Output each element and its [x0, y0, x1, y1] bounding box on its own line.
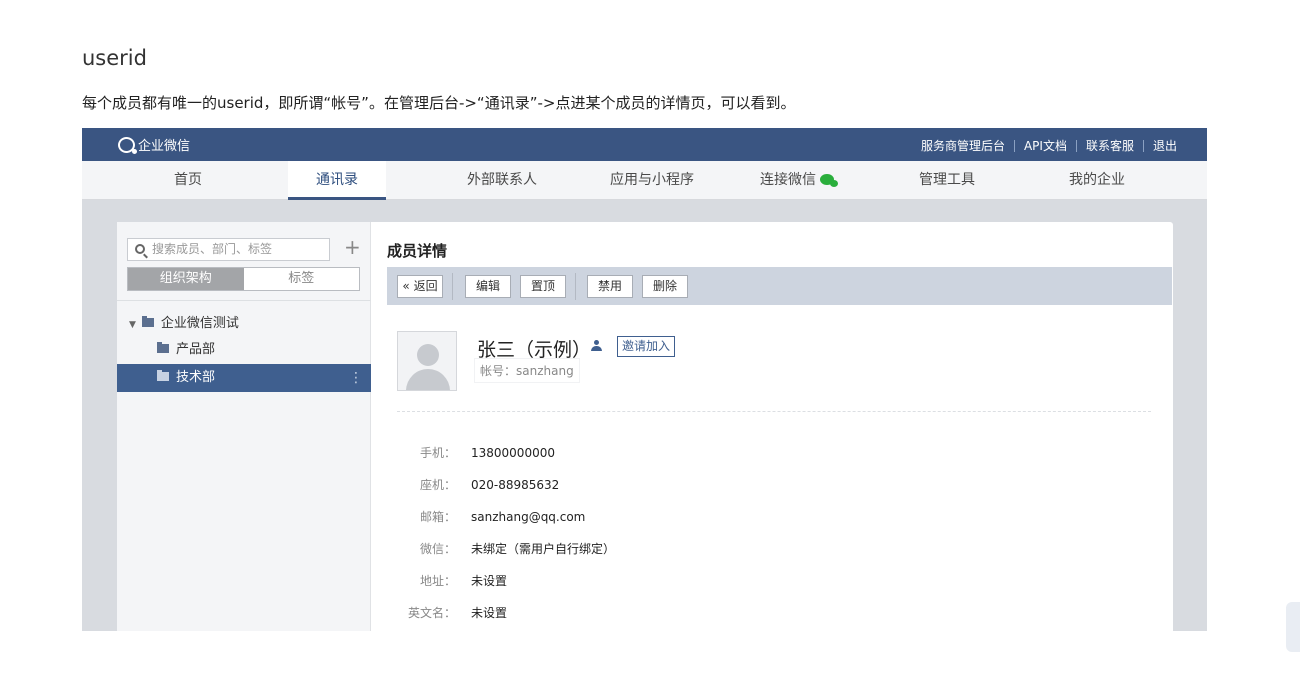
org-sidebar: 搜索成员、部门、标签 + 组织架构 标签 ▼ 企业微信测试 产品部 技术部 ⋮: [117, 222, 371, 631]
doc-description: 每个成员都有唯一的userid，即所谓“帐号”。在管理后台->“通讯录”->点进…: [82, 94, 796, 112]
field-label: 英文名：: [407, 606, 456, 620]
tree-item-tech[interactable]: 技术部 ⋮: [117, 364, 371, 392]
field-label: 座机：: [419, 478, 456, 492]
tab-management-tools[interactable]: 管理工具: [902, 161, 992, 200]
main-nav: 首页 通讯录 外部联系人 应用与小程序 连接微信 管理工具 我的企业: [82, 161, 1207, 200]
field-label: 地址：: [419, 574, 456, 588]
field-value: 未设置: [471, 574, 508, 588]
folder-icon: [157, 342, 169, 353]
page-title: 成员详情: [387, 242, 448, 260]
toolbar-divider: [575, 273, 576, 300]
disable-button[interactable]: 禁用: [587, 275, 633, 298]
sidebar-tabs: 组织架构 标签: [127, 267, 360, 291]
back-button[interactable]: « 返回: [397, 275, 443, 298]
account-id: 帐号：sanzhang: [475, 359, 579, 382]
toolbar-divider: [452, 273, 453, 300]
field-wechat: 微信： 未绑定（需用户自行绑定）: [371, 539, 771, 559]
detail-toolbar: « 返回 编辑 置顶 禁用 删除: [387, 267, 1172, 305]
person-icon: [591, 340, 602, 352]
caret-down-icon[interactable]: ▼: [129, 311, 136, 339]
pin-button[interactable]: 置顶: [520, 275, 566, 298]
tab-org-structure[interactable]: 组织架构: [128, 268, 244, 290]
avatar-head: [417, 344, 439, 366]
field-address: 地址： 未设置: [371, 571, 771, 591]
link-divider: [1013, 139, 1015, 152]
link-divider: [1075, 139, 1077, 152]
tab-tags[interactable]: 标签: [243, 268, 359, 290]
field-value: 020-88985632: [471, 478, 560, 492]
field-landline: 座机： 020-88985632: [371, 475, 771, 495]
more-options-icon[interactable]: ⋮: [349, 364, 363, 392]
search-placeholder: 搜索成员、部门、标签: [152, 242, 273, 256]
avatar: [397, 331, 457, 391]
field-label: 微信：: [419, 542, 456, 556]
field-email: 邮箱： sanzhang@qq.com: [371, 507, 771, 527]
tab-apps[interactable]: 应用与小程序: [597, 161, 707, 200]
tree-item-label: 企业微信测试: [160, 316, 239, 331]
tree-item-product[interactable]: 产品部: [117, 336, 371, 364]
search-input[interactable]: 搜索成员、部门、标签: [127, 238, 330, 261]
tab-external-contacts[interactable]: 外部联系人: [452, 161, 552, 200]
link-api-docs[interactable]: API文档: [1024, 137, 1067, 154]
field-label: 邮箱：: [419, 510, 456, 524]
top-links: 服务商管理后台 API文档 联系客服 退出: [921, 137, 1177, 154]
app-logo[interactable]: 企业微信: [118, 135, 190, 154]
link-logout[interactable]: 退出: [1153, 137, 1177, 154]
wechat-icon: [820, 174, 838, 187]
link-provider-admin[interactable]: 服务商管理后台: [921, 137, 1005, 154]
section-divider: [397, 411, 1151, 412]
content-panel: 搜索成员、部门、标签 + 组织架构 标签 ▼ 企业微信测试 产品部 技术部 ⋮ 成…: [117, 222, 1173, 631]
doc-title: userid: [82, 46, 147, 70]
link-contact-support[interactable]: 联系客服: [1086, 137, 1134, 154]
avatar-body: [406, 369, 450, 390]
field-value: sanzhang@qq.com: [471, 510, 586, 524]
member-name: 张三（示例）: [477, 339, 592, 361]
add-icon[interactable]: +: [344, 235, 361, 259]
delete-button[interactable]: 删除: [642, 275, 688, 298]
field-value: 未绑定（需用户自行绑定）: [471, 542, 616, 556]
field-value: 未设置: [471, 606, 508, 620]
tree-item-label: 产品部: [176, 342, 216, 357]
edit-button[interactable]: 编辑: [465, 275, 511, 298]
folder-icon: [157, 370, 169, 381]
wework-logo-icon: [118, 136, 137, 154]
field-label: 手机：: [419, 446, 456, 460]
tab-my-enterprise[interactable]: 我的企业: [1052, 161, 1142, 200]
field-mobile: 手机： 13800000000: [371, 443, 771, 463]
floating-side-tab[interactable]: [1286, 602, 1300, 652]
top-bar: 企业微信 服务商管理后台 API文档 联系客服 退出: [82, 128, 1207, 161]
search-icon: [135, 244, 145, 254]
tab-connect-wechat-label: 连接微信: [760, 172, 816, 188]
tab-home[interactable]: 首页: [158, 161, 218, 200]
tree-item-label: 技术部: [176, 370, 216, 385]
link-divider: [1142, 139, 1144, 152]
folder-icon: [141, 316, 154, 327]
invite-button[interactable]: 邀请加入: [617, 336, 676, 357]
admin-screenshot: 企业微信 服务商管理后台 API文档 联系客服 退出 首页 通讯录 外部联系人 …: [82, 128, 1207, 631]
tab-contacts[interactable]: 通讯录: [288, 161, 386, 200]
tree-item-root[interactable]: ▼ 企业微信测试: [117, 310, 371, 338]
field-value: 13800000000: [471, 446, 555, 460]
field-english-name: 英文名： 未设置: [371, 603, 771, 623]
logo-text: 企业微信: [138, 139, 191, 154]
tab-connect-wechat[interactable]: 连接微信: [742, 161, 852, 200]
sidebar-divider: [117, 300, 371, 301]
member-detail: 成员详情 « 返回 编辑 置顶 禁用 删除 张三（示例） 邀请加入 帐号：san…: [371, 222, 1173, 631]
